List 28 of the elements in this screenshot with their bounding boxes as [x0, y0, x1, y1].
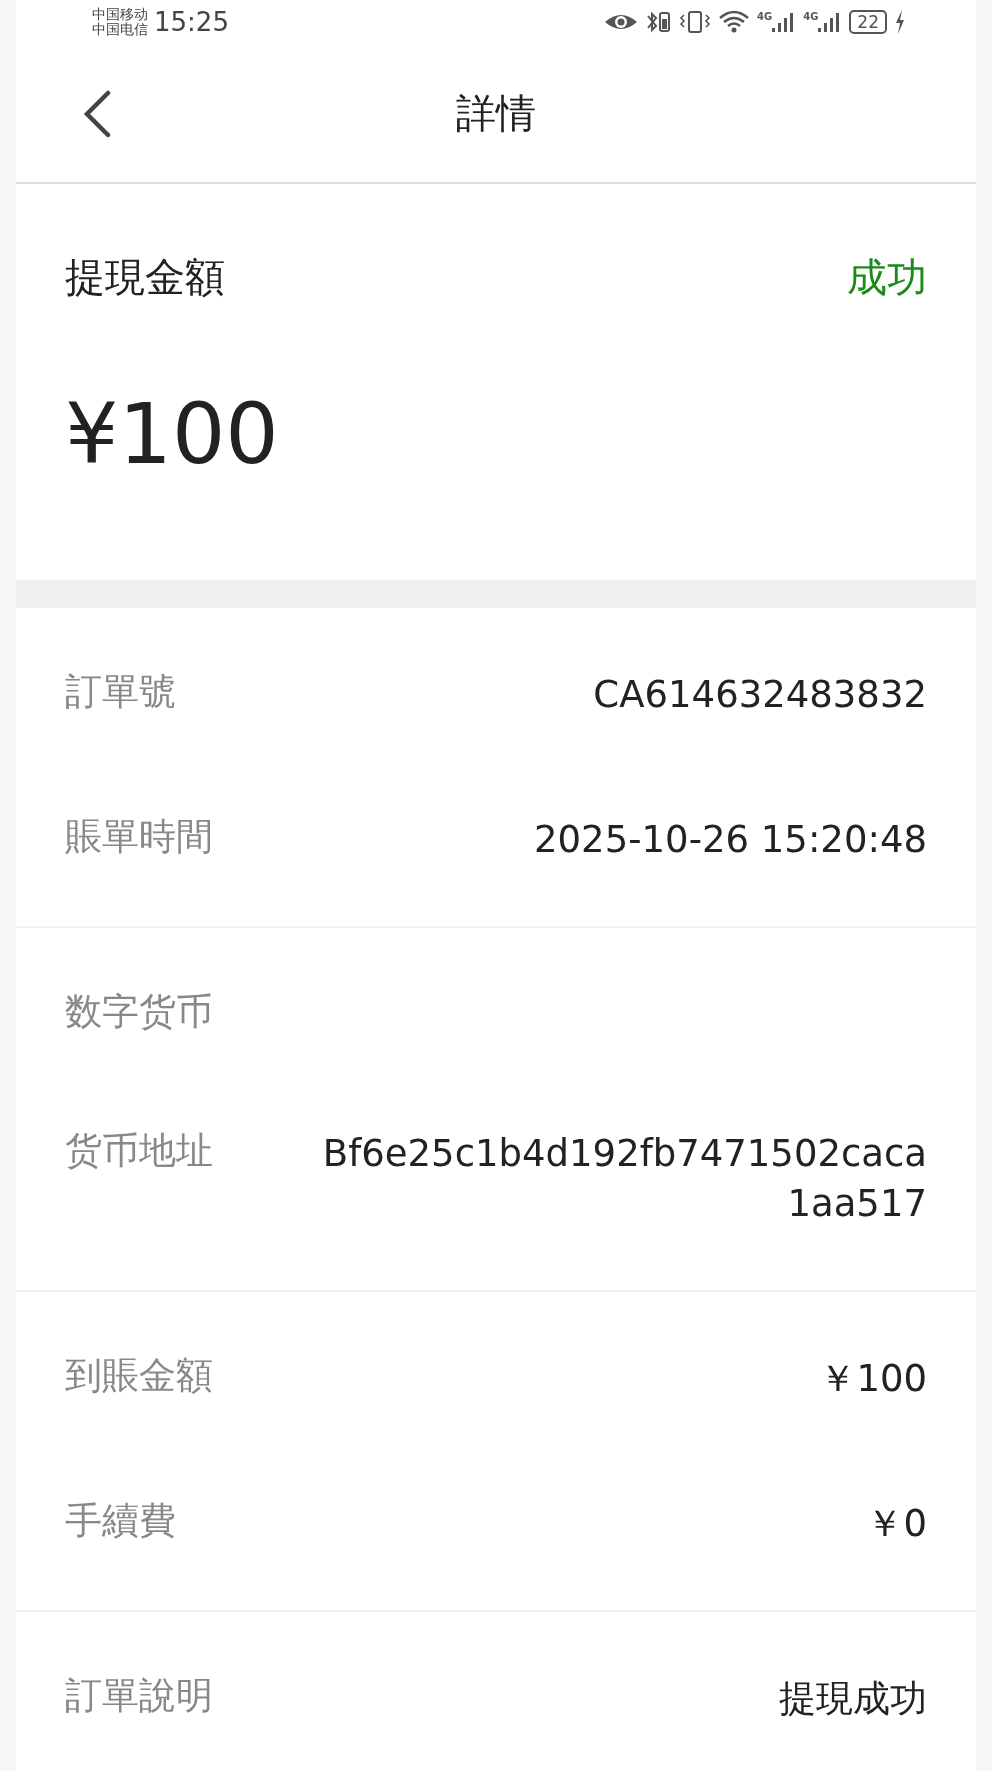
vibrate-icon [679, 9, 711, 35]
field-label: 訂單號 [65, 670, 176, 714]
page-title: 詳情 [456, 88, 536, 138]
carrier-name: 中国移动 [92, 6, 148, 22]
field-value: Bf6e25c1b4d192fb7471502caca1aa517 [321, 1131, 927, 1227]
status-label: 成功 [847, 253, 927, 302]
field-label: 訂單說明 [65, 1674, 213, 1718]
field-label: 数字货币 [65, 990, 213, 1034]
field-label: 賬單時間 [65, 815, 213, 859]
field-label: 货币地址 [65, 1129, 213, 1173]
network-type-label: 4G [803, 11, 819, 22]
field-value: ￥0 [866, 1501, 927, 1547]
withdrawal-amount-label: 提現金額 [65, 253, 225, 302]
field-label: 手續費 [65, 1499, 176, 1543]
charging-icon [894, 9, 906, 35]
carrier-name: 中国电信 [92, 22, 148, 38]
field-label: 到賬金額 [65, 1354, 213, 1398]
amount: ¥100 [65, 385, 280, 483]
field-value: ￥100 [819, 1356, 927, 1402]
back-icon[interactable] [82, 90, 112, 138]
status-time: 15:25 [154, 7, 229, 37]
field-value: 提現成功 [779, 1676, 927, 1722]
bluetooth-battery-icon [646, 9, 672, 35]
battery-level: 22 [849, 10, 887, 34]
network-type-label: 4G [757, 11, 773, 22]
field-value: 2025-10-26 15:20:48 [534, 817, 927, 863]
wifi-icon [718, 9, 750, 35]
field-value: CA614632483832 [593, 672, 927, 718]
